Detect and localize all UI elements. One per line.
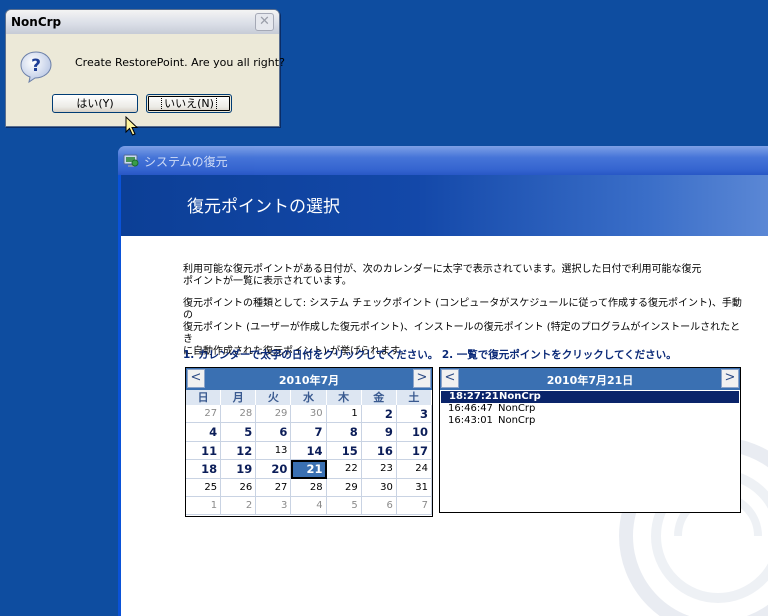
calendar-day[interactable]: 7	[396, 496, 432, 516]
calendar-day[interactable]: 4	[186, 423, 222, 442]
weekday-label: 火	[256, 390, 292, 405]
calendar-day[interactable]: 18	[186, 460, 222, 479]
calendar-day[interactable]: 2	[361, 405, 397, 424]
weekday-label: 金	[362, 390, 397, 405]
noncrp-dialog: NonCrp ✕ ? Create RestorePoint. Are you …	[5, 9, 285, 136]
window-title-bar[interactable]: システムの復元	[118, 146, 768, 175]
weekday-label: 日	[186, 390, 222, 405]
previous-day-button[interactable]: <	[441, 369, 459, 388]
system-restore-window: システムの復元 復元ポイントの選択 利用可能な復元ポイントがある日付が、次のカレ…	[118, 146, 768, 616]
calendar-day[interactable]: 29	[256, 405, 292, 424]
calendar-day[interactable]: 28	[291, 478, 327, 497]
selected-date: 2010年7月21日	[546, 374, 634, 387]
calendar-day[interactable]: 20	[256, 460, 292, 479]
next-day-button[interactable]: >	[721, 369, 739, 388]
description-paragraph-1: 利用可能な復元ポイントがある日付が、次のカレンダーに太字で表示されています。選択…	[183, 264, 743, 288]
weekday-label: 水	[291, 390, 327, 405]
calendar-day[interactable]: 25	[186, 478, 222, 497]
calendar-day[interactable]: 24	[396, 460, 432, 479]
previous-month-button[interactable]: <	[187, 369, 205, 388]
calendar-day[interactable]: 1	[326, 405, 362, 424]
calendar-day[interactable]: 15	[326, 441, 362, 461]
calendar-day[interactable]: 5	[221, 423, 257, 442]
restore-point-row[interactable]: 16:46:47 NonCrp	[440, 403, 740, 415]
description-1-line-1: 利用可能な復元ポイントがある日付が、次のカレンダーに太字で表示されています。選択…	[183, 264, 702, 275]
description-1-line-2: ポイントが一覧に表示されています。	[183, 276, 352, 287]
restore-point-name: NonCrp	[498, 403, 536, 414]
restore-point-name: NonCrp	[499, 391, 541, 402]
window-body: 復元ポイントの選択 利用可能な復元ポイントがある日付が、次のカレンダーに太字で表…	[121, 175, 768, 616]
mouse-cursor-icon	[125, 116, 139, 136]
dialog-title: NonCrp	[11, 15, 62, 29]
calendar-day[interactable]: 14	[291, 441, 327, 461]
calendar-day[interactable]: 9	[361, 423, 397, 442]
close-icon[interactable]: ✕	[255, 13, 274, 31]
calendar-day[interactable]: 6	[361, 496, 397, 516]
next-month-button[interactable]: >	[413, 369, 431, 388]
calendar-day[interactable]: 6	[256, 423, 292, 442]
calendar-day[interactable]: 13	[256, 441, 292, 461]
page-header: 復元ポイントの選択	[121, 175, 768, 236]
dialog-message: Create RestorePoint. Are you all right?	[75, 56, 285, 69]
calendar: < 2010年7月 > 日月火水木金土 27 28 29 30 1 2 3 4 5 6 7 8 9 10 1…	[185, 367, 433, 517]
calendar-day[interactable]: 29	[326, 478, 362, 497]
no-button-label: いいえ(N)	[161, 96, 217, 111]
calendar-day[interactable]: 4	[291, 496, 327, 516]
calendar-day[interactable]: 3	[256, 496, 292, 516]
weekday-label: 木	[327, 390, 362, 405]
calendar-day[interactable]: 10	[396, 423, 432, 442]
dialog-title-bar[interactable]: NonCrp ✕	[6, 10, 279, 34]
restore-point-header: < 2010年7月21日 >	[440, 368, 740, 390]
restore-point-row[interactable]: 16:43:01 NonCrp	[440, 415, 740, 427]
calendar-day[interactable]: 26	[221, 478, 257, 497]
calendar-day[interactable]: 16	[361, 441, 397, 461]
calendar-day[interactable]: 30	[291, 405, 327, 424]
calendar-day[interactable]: 23	[361, 460, 397, 479]
restore-point-time: 18:27:21	[449, 391, 499, 402]
restore-point-time: 16:43:01	[448, 415, 493, 426]
calendar-day[interactable]: 5	[326, 496, 362, 516]
yes-button[interactable]: はい(Y)	[52, 94, 138, 113]
calendar-header: < 2010年7月 >	[186, 368, 432, 390]
restore-point-row[interactable]: 18:27:21NonCrp	[441, 391, 739, 403]
calendar-day[interactable]: 17	[396, 441, 432, 461]
calendar-day[interactable]: 1	[186, 496, 222, 516]
calendar-day[interactable]: 8	[326, 423, 362, 442]
weekday-header: 日月火水木金土	[186, 390, 432, 405]
calendar-day[interactable]: 22	[326, 460, 362, 479]
restore-point-list: < 2010年7月21日 > 18:27:21NonCrp 16:46:47 Non…	[439, 367, 741, 513]
restore-point-time: 16:46:47	[448, 403, 493, 414]
calendar-day-selected[interactable]: 21	[291, 460, 327, 479]
calendar-day[interactable]: 12	[221, 441, 257, 461]
calendar-day[interactable]: 30	[361, 478, 397, 497]
svg-text:?: ?	[31, 56, 41, 76]
weekday-label: 月	[221, 390, 257, 405]
calendar-day[interactable]: 11	[186, 441, 222, 461]
restore-point-items: 18:27:21NonCrp 16:46:47 NonCrp 16:43:01 NonC…	[440, 391, 740, 427]
description-2-line-1: 復元ポイントの種類として: システム チェックポイント (コンピュータがスケジュ…	[183, 298, 742, 321]
calendar-day[interactable]: 7	[291, 423, 327, 442]
calendar-day[interactable]: 3	[396, 405, 432, 424]
question-icon: ?	[20, 51, 52, 84]
calendar-day[interactable]: 31	[396, 478, 432, 497]
calendar-day[interactable]: 27	[186, 405, 222, 424]
calendar-day[interactable]: 2	[221, 496, 257, 516]
calendar-grid: 27 28 29 30 1 2 3 4 5 6 7 8 9 10 11 12 13 14 15 16 17 18 19 20 2…	[186, 405, 432, 516]
weekday-label: 土	[397, 390, 432, 405]
calendar-day[interactable]: 28	[221, 405, 257, 424]
calendar-day[interactable]: 27	[256, 478, 292, 497]
description-2-line-2: 復元ポイント (ユーザーが作成した復元ポイント)、インストールの復元ポイント (…	[183, 322, 741, 345]
instruction-text: 1. カレンダーで太字の日付をクリックしてください。 2. 一覧で復元ポイントを…	[183, 349, 677, 361]
page-title: 復元ポイントの選択	[187, 197, 340, 217]
calendar-month: 2010年7月	[278, 374, 340, 387]
no-button[interactable]: いいえ(N)	[146, 94, 232, 113]
restore-point-name: NonCrp	[498, 415, 536, 426]
window-title: システムの復元	[144, 155, 228, 169]
calendar-day[interactable]: 19	[221, 460, 257, 479]
system-restore-icon	[123, 154, 139, 167]
